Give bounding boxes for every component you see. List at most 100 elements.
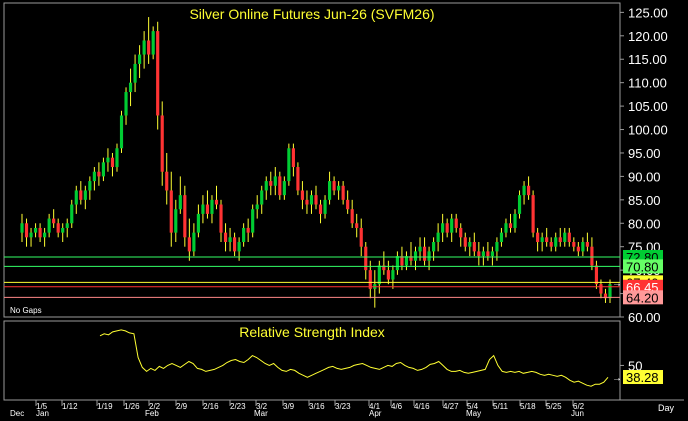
candle-up	[20, 223, 24, 233]
candle-down	[549, 242, 553, 247]
candle-down	[527, 185, 531, 196]
candle-down	[223, 232, 228, 243]
candle-up	[192, 232, 196, 252]
candle-down	[24, 223, 29, 238]
candle-up	[115, 148, 119, 168]
x-tick-label: 1/12	[62, 402, 78, 411]
candle-up	[119, 115, 124, 149]
rsi-last-arrow: →	[612, 373, 622, 384]
x-month-label: Jan	[36, 409, 49, 418]
x-month-label: Feb	[145, 409, 159, 418]
candle-up	[33, 227, 38, 233]
candle-down	[305, 199, 309, 205]
candle-down	[486, 251, 490, 257]
candle-down	[291, 148, 295, 168]
candle-down	[156, 31, 160, 116]
candle-down	[545, 237, 549, 243]
candle-up	[61, 227, 65, 233]
candle-up	[101, 162, 105, 177]
candle-down	[359, 227, 363, 247]
candle-down	[558, 237, 562, 243]
price-y-tick-label: 120.00	[628, 29, 668, 44]
candle-up	[43, 232, 47, 238]
rsi-value-label: 38.28	[626, 370, 659, 385]
candle-down	[355, 223, 359, 228]
candle-down	[183, 195, 187, 238]
x-tick-label: 5/25	[546, 402, 562, 411]
chart-root: 60.0065.0070.0075.0080.0085.0090.0095.00…	[0, 0, 688, 421]
candle-down	[572, 242, 576, 247]
candle-up	[495, 242, 499, 252]
candle-down	[233, 237, 237, 252]
candle-up	[504, 223, 508, 233]
candle-down	[599, 284, 603, 294]
candle-down	[314, 195, 318, 205]
candle-down	[585, 242, 589, 247]
candle-up	[327, 181, 332, 200]
candle-up	[174, 209, 178, 233]
candle-up	[481, 251, 485, 257]
candle-down	[110, 157, 115, 168]
candle-up	[237, 242, 241, 252]
candle-up	[395, 256, 399, 271]
candle-up	[242, 227, 246, 243]
candle-up	[255, 204, 259, 210]
price-y-tick-label: 85.00	[628, 193, 661, 208]
candle-down	[459, 227, 463, 238]
price-y-tick-label: 95.00	[628, 146, 661, 161]
candle-up	[282, 181, 286, 196]
candle-up	[106, 157, 110, 163]
price-y-tick-label: 125.00	[628, 5, 668, 20]
candle-up	[128, 82, 133, 93]
candle-up	[436, 232, 440, 243]
candle-up	[450, 218, 454, 233]
price-y-tick-label: 110.00	[628, 76, 667, 91]
candle-up	[323, 199, 327, 214]
candle-down	[56, 223, 60, 233]
x-tick-label: 3/23	[335, 402, 351, 411]
candle-up	[563, 232, 567, 243]
last-price-arrow: →	[612, 278, 622, 289]
candle-down	[52, 218, 56, 224]
rsi-chart-title: Relative Strength Index	[239, 324, 385, 340]
candle-down	[386, 270, 390, 280]
x-month-label: Apr	[369, 409, 382, 418]
candle-down	[341, 185, 345, 200]
x-tick-label: 4/16	[414, 402, 430, 411]
x-tick-label: 5/11	[493, 402, 509, 411]
candle-up	[540, 237, 544, 243]
candle-up	[581, 242, 585, 252]
no-gaps-note: No Gaps	[10, 306, 42, 315]
candle-up	[133, 63, 137, 83]
candle-down	[463, 237, 467, 247]
candle-up	[210, 199, 214, 214]
candle-up	[178, 195, 182, 210]
candle-down	[590, 246, 594, 266]
candle-down	[169, 190, 173, 233]
candle-up	[309, 195, 314, 205]
candle-up	[251, 209, 255, 233]
candle-up	[65, 223, 69, 228]
x-month-label: May	[466, 409, 481, 418]
x-tick-label: 3/16	[309, 402, 325, 411]
candle-down	[205, 204, 210, 214]
price-y-tick-label: 60.00	[628, 310, 661, 325]
candle-up	[88, 181, 92, 191]
candle-up	[142, 40, 146, 55]
candle-down	[79, 190, 83, 200]
candle-down	[160, 115, 164, 172]
candle-up	[70, 204, 74, 224]
candle-up	[468, 242, 472, 247]
candle-down	[536, 232, 540, 243]
candle-down	[318, 204, 323, 214]
candle-up	[413, 251, 418, 261]
price-level-label: 64.20	[626, 290, 659, 305]
candle-up	[92, 171, 96, 182]
x-tick-label: 2/23	[230, 402, 246, 411]
candle-down	[278, 176, 282, 196]
candle-up	[264, 181, 268, 191]
candle-down	[594, 265, 599, 285]
candle-up	[499, 232, 504, 243]
candle-up	[29, 232, 33, 238]
candle-up	[377, 265, 381, 285]
